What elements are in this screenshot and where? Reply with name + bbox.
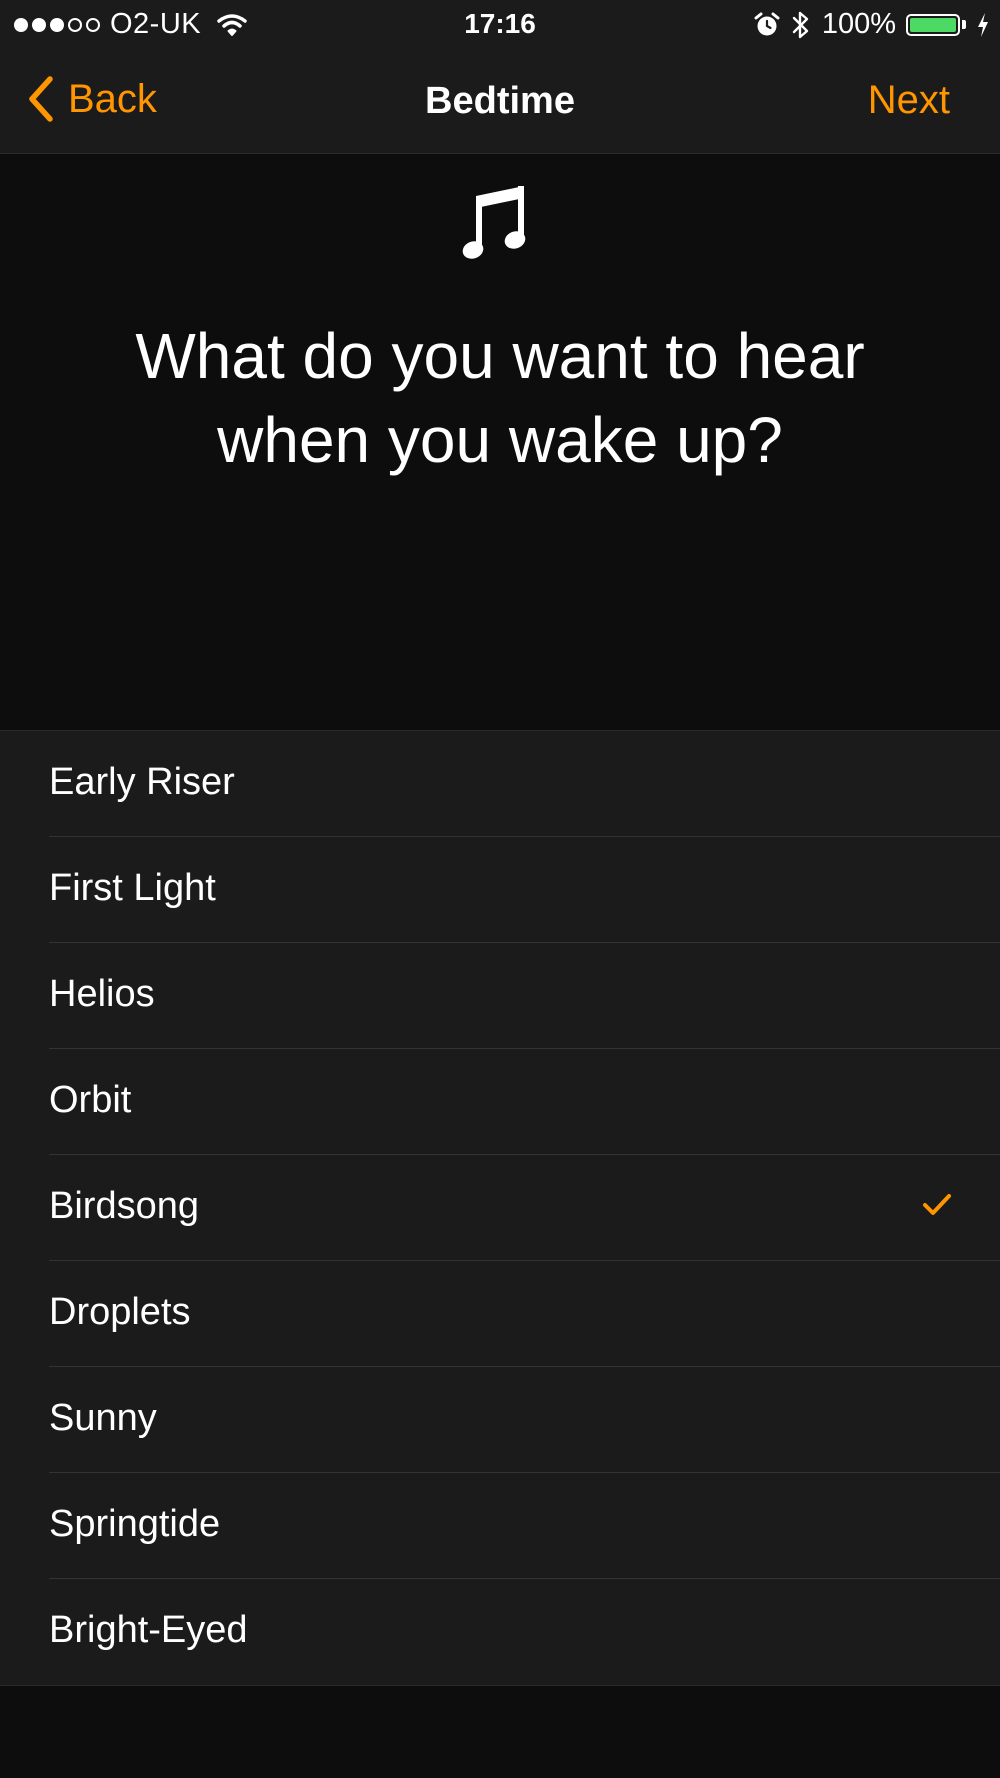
sound-item-helios[interactable]: Helios [0,943,1000,1049]
alarm-icon [754,12,780,35]
sound-item-droplets[interactable]: Droplets [0,1261,1000,1367]
sound-item-label: Birdsong [49,1185,199,1227]
question-line-1: What do you want to hear [135,320,865,392]
sound-item-label: Droplets [49,1291,191,1333]
sound-item-label: Early Riser [49,761,235,803]
checkmark-icon [923,1194,951,1215]
header-section: What do you want to hear when you wake u… [0,154,1000,730]
sound-item-springtide[interactable]: Springtide [0,1473,1000,1579]
sound-item-label: First Light [49,867,216,909]
sound-item-sunny[interactable]: Sunny [0,1367,1000,1473]
battery-tip [962,20,966,29]
sound-item-first-light[interactable]: First Light [0,837,1000,943]
sound-item-label: Sunny [49,1397,157,1439]
sound-item-birdsong[interactable]: Birdsong [0,1155,1000,1261]
wake-sound-list: Early Riser First Light Helios Orbit Bir… [0,730,1000,1686]
battery-body [906,13,960,36]
status-bar: O2-UK 17:16 100% [0,0,1000,50]
sound-item-label: Orbit [49,1079,132,1121]
question-line-2: when you wake up? [217,404,783,476]
page-title: Bedtime [425,80,575,122]
battery-icon [906,13,966,36]
music-note-icon [462,186,526,259]
sound-item-label: Helios [49,973,155,1015]
status-right: 100% [754,8,990,41]
next-button[interactable]: Next [868,78,950,123]
battery-percent: 100% [821,8,896,40]
sound-item-early-riser[interactable]: Early Riser [0,731,1000,837]
navigation-bar: Back Bedtime Next [0,50,1000,154]
bluetooth-icon [792,11,809,38]
sound-item-bright-eyed[interactable]: Bright-Eyed [0,1579,1000,1685]
sound-item-label: Springtide [49,1503,221,1545]
sound-item-orbit[interactable]: Orbit [0,1049,1000,1155]
sound-item-label: Bright-Eyed [49,1609,248,1651]
battery-fill [910,17,956,32]
wake-sound-question: What do you want to hear when you wake u… [0,314,1000,482]
charging-bolt-icon [978,12,988,37]
